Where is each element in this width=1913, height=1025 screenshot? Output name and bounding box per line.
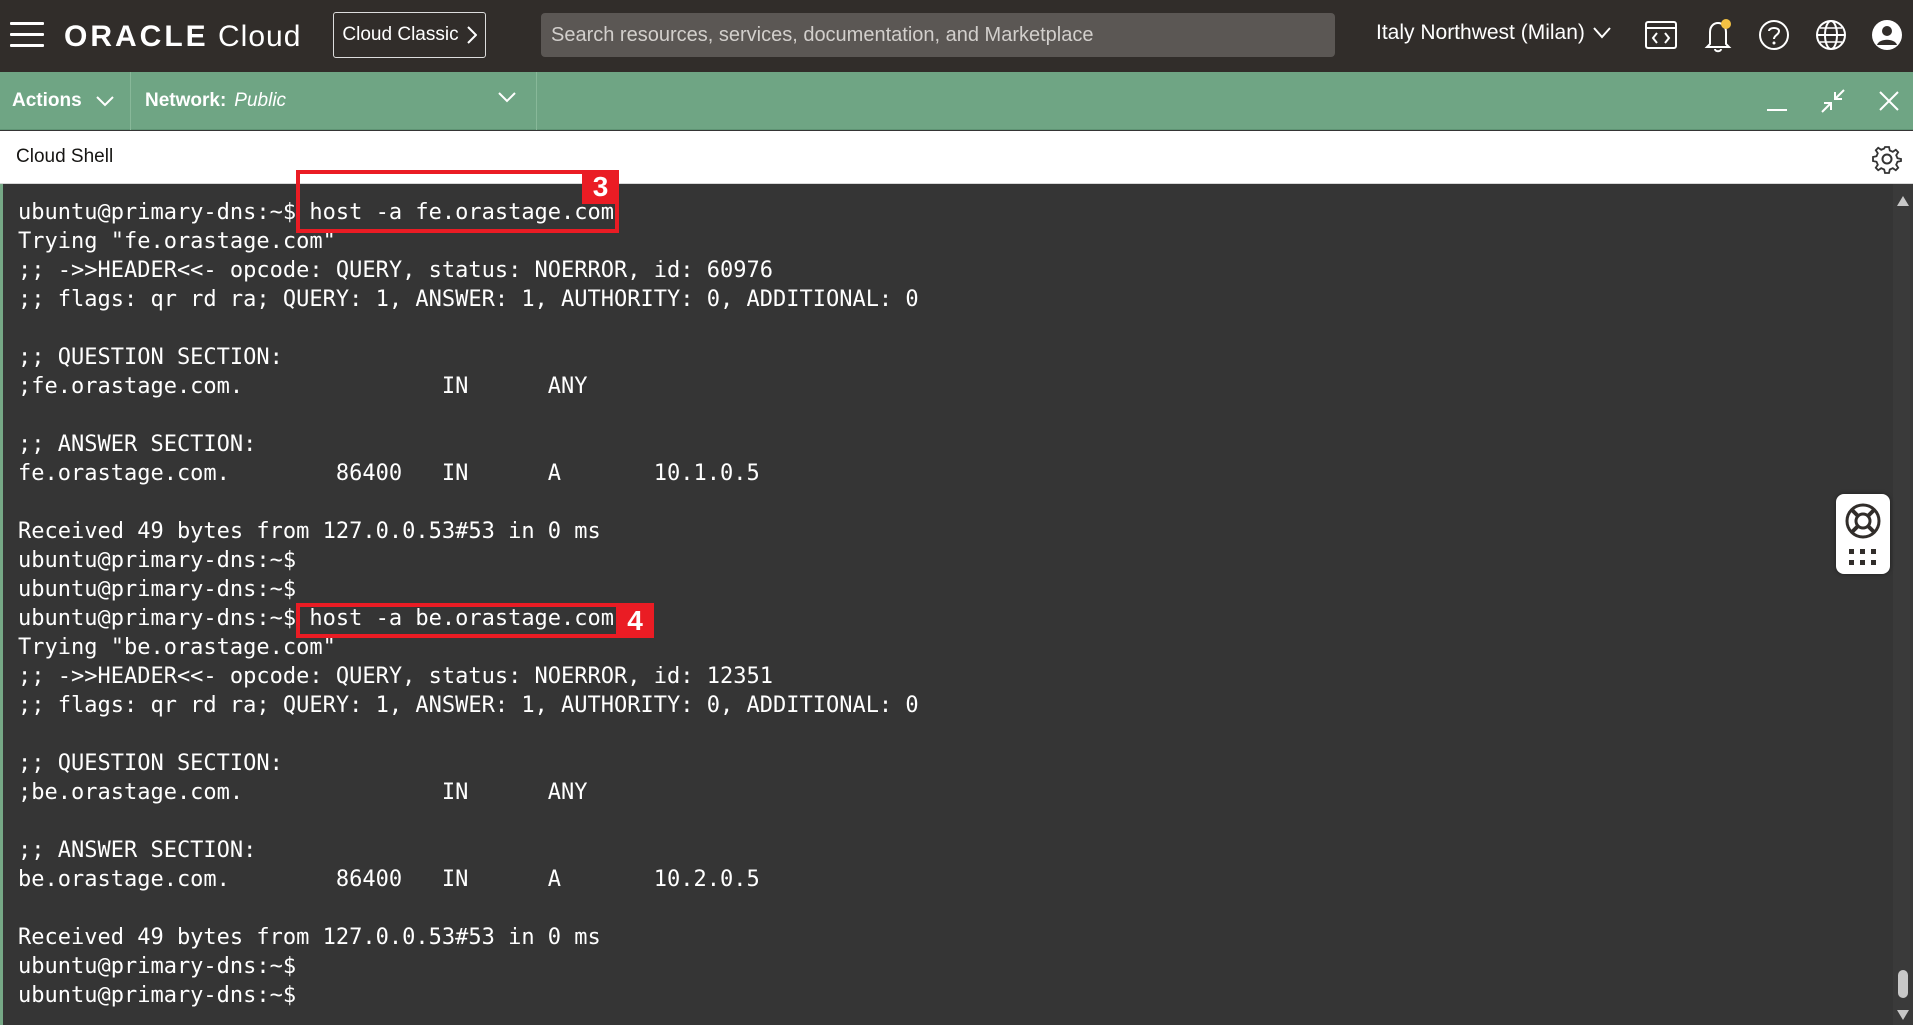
network-selector[interactable]: Network: Public [131,72,537,130]
annotation-box-3 [296,170,619,233]
terminal-line: ubuntu@primary-dns:~$ [18,983,297,1008]
terminal-scrollbar[interactable] [1893,184,1913,1025]
logo-product: Cloud [218,20,302,53]
terminal-line: ;; flags: qr rd ra; QUERY: 1, ANSWER: 1,… [18,287,919,312]
terminal-line: ;; QUESTION SECTION: [18,345,283,370]
user-icon[interactable] [1868,16,1906,54]
terminal-line: Received 49 bytes from 127.0.0.53#53 in … [18,925,601,950]
terminal-line: ubuntu@primary-dns:~$ [18,954,297,979]
terminal-line: ubuntu@primary-dns:~$ [18,577,297,602]
terminal-line: ;be.orastage.com. IN ANY [18,780,588,805]
close-icon[interactable] [1874,86,1904,116]
cloud-classic-label: Cloud Classic [342,24,459,45]
help-widget[interactable] [1836,494,1890,574]
terminal-line: ;; ->>HEADER<<- opcode: QUERY, status: N… [18,664,773,689]
gear-icon[interactable] [1872,144,1902,174]
top-header: ORACLE Cloud Cloud Classic Italy Northwe… [0,0,1913,72]
lifebuoy-icon [1845,503,1881,539]
terminal-line: ;; flags: qr rd ra; QUERY: 1, ANSWER: 1,… [18,693,919,718]
bell-icon[interactable] [1699,16,1737,54]
terminal-line: ;; QUESTION SECTION: [18,751,283,776]
terminal-line: fe.orastage.com. 86400 IN A 10.1.0.5 [18,461,760,486]
network-value: Public [234,90,287,111]
chevron-down-icon [1593,27,1611,39]
search-input[interactable] [551,23,1325,47]
scroll-thumb[interactable] [1898,970,1908,998]
code-editor-icon[interactable] [1642,16,1680,54]
cloud-shell-action-bar: Actions Network: Public [0,72,1913,130]
terminal-line: ;fe.orastage.com. IN ANY [18,374,588,399]
annotation-number-4: 4 [616,603,654,638]
navigation-menu-icon[interactable] [10,22,44,48]
region-label: Italy Northwest (Milan) [1376,21,1585,44]
minimize-icon[interactable] [1762,86,1792,116]
terminal-output[interactable]: ubuntu@primary-dns:~$ host -a fe.orastag… [0,184,1893,1025]
logo-brand: ORACLE [64,20,209,53]
help-icon[interactable] [1755,16,1793,54]
chevron-down-icon [95,95,114,106]
terminal-line: ubuntu@primary-dns:~$ [18,548,297,573]
cloud-shell-header: Cloud Shell [0,131,1913,184]
restore-icon[interactable] [1818,86,1848,116]
globe-icon[interactable] [1812,16,1850,54]
annotation-box-4 [296,603,654,638]
annotation-number-3: 3 [582,170,619,204]
terminal-line: ;; ANSWER SECTION: [18,838,257,863]
chevron-right-icon [466,26,477,44]
scroll-down-arrow-icon[interactable] [1897,1010,1909,1020]
actions-label: Actions [12,90,82,111]
chevron-down-icon [498,92,516,103]
region-selector[interactable]: Italy Northwest (Milan) [1376,21,1611,45]
network-label: Network: [145,90,227,111]
cloud-shell-title: Cloud Shell [16,146,114,167]
grid-menu-icon [1849,549,1876,565]
scroll-up-arrow-icon[interactable] [1897,196,1909,206]
terminal-line: be.orastage.com. 86400 IN A 10.2.0.5 [18,867,760,892]
actions-menu-button[interactable]: Actions [0,72,131,130]
terminal-line: Received 49 bytes from 127.0.0.53#53 in … [18,519,601,544]
notification-dot [1721,19,1731,29]
oracle-cloud-logo[interactable]: ORACLE Cloud [64,20,301,54]
cloud-classic-button[interactable]: Cloud Classic [333,12,486,58]
terminal-line: ;; ->>HEADER<<- opcode: QUERY, status: N… [18,258,773,283]
search-bar[interactable] [541,13,1335,57]
terminal-line: ;; ANSWER SECTION: [18,432,257,457]
